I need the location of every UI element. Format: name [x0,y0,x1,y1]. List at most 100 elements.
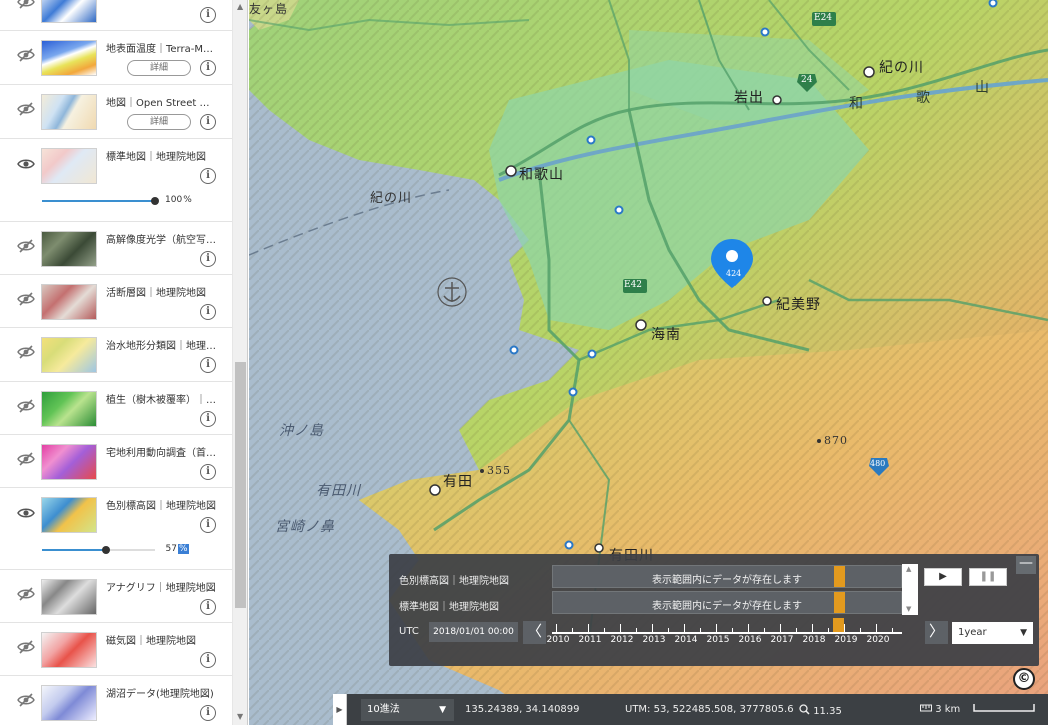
layer-name: 地表面温度｜Terra-MODIS [106,44,218,55]
layer-item[interactable]: 治水地形分類図｜地理院地図 i [0,328,232,382]
timeline-year-label[interactable]: 2019 [831,635,861,645]
layer-item[interactable]: 地表面温度｜Terra-MODIS 詳細 i [0,31,232,85]
layer-name: 標準地図｜地理院地図 [106,152,206,163]
info-icon[interactable]: i [200,304,216,320]
info-icon[interactable]: i [200,60,216,76]
scroll-up-arrow-icon[interactable]: ▲ [906,565,911,573]
opacity-slider-knob[interactable] [102,546,111,554]
timeline-year-label[interactable]: 2010 [543,635,573,645]
info-icon[interactable]: i [200,599,216,615]
info-icon[interactable]: i [200,652,216,668]
info-icon[interactable]: i [200,411,216,427]
timeline-year-label[interactable]: 2013 [639,635,669,645]
layer-name: 治水地形分類図｜地理院地図 [106,341,218,352]
layer-item[interactable]: 宅地利用動向調査（首都圏） i [0,435,232,488]
timeline-major-tick [844,624,845,632]
info-icon[interactable]: i [200,251,216,267]
eye-icon[interactable] [17,155,35,169]
layer-item[interactable]: 標準地図｜地理院地図 i 100% [0,139,232,222]
timeline-year-label[interactable]: 2011 [575,635,605,645]
interval-select[interactable]: 1year ▼ [952,622,1033,644]
timeline-minor-tick [732,628,733,632]
layer-item[interactable]: 磁気図｜地理院地図 i [0,623,232,676]
scroll-up-arrow-icon[interactable]: ▲ [237,2,243,11]
layer-detail-button[interactable]: 詳細 [127,114,191,130]
timeline-year-label[interactable]: 2014 [671,635,701,645]
eye-off-icon[interactable] [17,101,35,116]
timeline-minor-tick [636,628,637,632]
layer-name: 磁気図｜地理院地図 [106,636,196,647]
layer-item[interactable]: 色別標高図｜地理院地図 i 57% [0,488,232,570]
eye-off-icon[interactable] [17,238,35,253]
layer-thumbnail [41,632,97,668]
current-time-field[interactable]: 2018/01/01 00:00 [429,622,518,642]
layer-thumbnail [41,231,97,267]
map-label-yama: 山 [975,80,990,96]
eye-off-icon[interactable] [17,291,35,306]
timeline-year-label[interactable]: 2015 [703,635,733,645]
timeline-year-label[interactable]: 2016 [735,635,765,645]
map-label-kinokawa-city: 紀の川 [879,60,924,76]
layer-item[interactable]: 活断層図｜地理院地図 i [0,275,232,328]
info-icon[interactable]: i [200,168,216,184]
map-label-arida: 有田 [443,474,473,490]
info-icon[interactable]: i [200,114,216,130]
eye-off-icon[interactable] [17,451,35,466]
layer-thumbnail [41,497,97,533]
layer-panel-scrollbar[interactable]: ▲ ▼ [232,0,247,725]
opacity-value[interactable]: 100% [164,195,192,205]
eye-icon[interactable] [17,504,35,518]
eye-off-icon[interactable] [17,586,35,601]
expand-toggle-icon[interactable]: ▶ [333,694,347,725]
eye-off-icon[interactable] [17,0,35,9]
opacity-slider-knob[interactable] [151,197,159,205]
next-time-button[interactable]: 〉 [925,621,948,644]
scroll-down-arrow-icon[interactable]: ▼ [237,712,243,721]
opacity-slider[interactable] [42,546,155,554]
chevron-down-icon: ▼ [1020,628,1027,638]
layer-detail-button[interactable]: 詳細 [127,60,191,76]
timeline-panel: 色別標高図｜地理院地図 表示範囲内にデータが存在します 標準地図｜地理院地図 表… [389,554,1039,666]
eye-off-icon[interactable] [17,639,35,654]
pause-button[interactable]: ❚❚ [969,568,1007,586]
timeline-year-label[interactable]: 2018 [799,635,829,645]
layer-item[interactable]: 地図｜Open Street Map 詳細 i [0,85,232,139]
utc-label: UTC [399,626,419,637]
play-button[interactable]: ▶ [924,568,962,586]
minimize-button[interactable]: — [1016,556,1036,574]
scroll-down-arrow-icon[interactable]: ▼ [906,605,911,613]
eye-off-icon[interactable] [17,344,35,359]
timeline-year-label[interactable]: 2012 [607,635,637,645]
timeline-axis-cursor[interactable] [833,618,844,632]
layer-item[interactable]: 湖沼データ(地理院地図) i [0,676,232,725]
info-icon[interactable]: i [200,357,216,373]
opacity-value[interactable]: 57% [164,544,189,554]
eye-off-icon[interactable] [17,47,35,62]
opacity-number[interactable]: 100 [164,195,183,205]
layer-item[interactable]: アナグリフ｜地理院地図 i [0,570,232,623]
timeline-year-label[interactable]: 2020 [863,635,893,645]
timeline-axis[interactable]: 2010 2011 2012 2013 2014 2015 2016 2017 2018 2019… [547,618,904,650]
copyright-button[interactable]: © [1013,668,1035,690]
timeline-year-label[interactable]: 2017 [767,635,797,645]
info-icon[interactable]: i [200,7,216,23]
timeline-rows-scrollbar[interactable]: ▲ ▼ [902,564,918,615]
info-icon[interactable]: i [200,464,216,480]
scrollbar-thumb[interactable] [235,362,246,608]
opacity-slider[interactable] [42,197,159,205]
layer-item[interactable]: 植生（樹木被覆率）｜… i [0,382,232,435]
info-icon[interactable]: i [200,705,216,721]
map-label-miyazakinohana: 宮崎ノ鼻 [275,519,335,535]
timeline-row-name-relief: 色別標高図｜地理院地図 [399,576,509,587]
coordinate-format-select[interactable]: 10進法 ▼ [361,699,454,721]
layer-thumbnail [41,685,97,721]
opacity-number[interactable]: 57 [164,544,178,554]
layer-item[interactable]: i [0,0,232,31]
eye-off-icon[interactable] [17,398,35,413]
timeline-major-tick [588,624,589,632]
timeline-row-bar-standard[interactable]: 表示範囲内にデータが存在します [552,591,902,614]
layer-item[interactable]: 高解像度光学（航空写真） i [0,222,232,275]
info-icon[interactable]: i [200,517,216,533]
eye-off-icon[interactable] [17,692,35,707]
timeline-row-bar-relief[interactable]: 表示範囲内にデータが存在します [552,565,902,588]
